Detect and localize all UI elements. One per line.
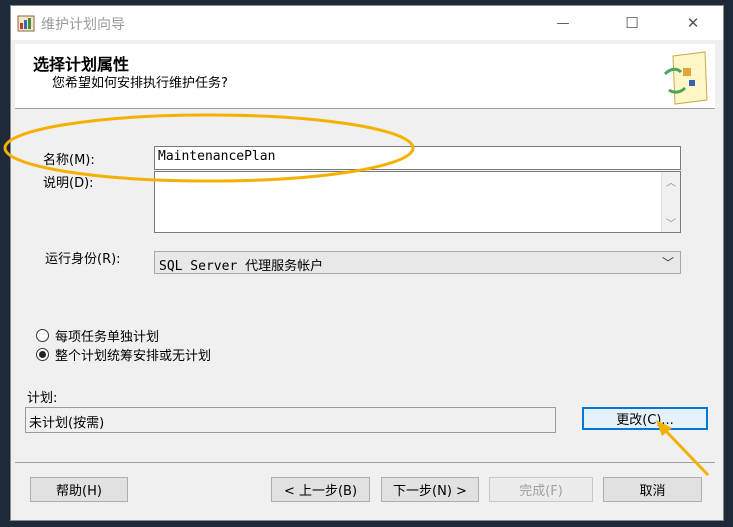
name-field[interactable]: MaintenancePlan xyxy=(154,146,681,170)
chevron-down-icon: ﹀ xyxy=(661,256,674,270)
app-icon xyxy=(17,14,35,32)
radio-single-label: 整个计划统筹安排或无计划 xyxy=(55,349,212,364)
radio-separate-label: 每项任务单独计划 xyxy=(55,330,160,345)
description-scrollbar[interactable]: ︿ ﹀ xyxy=(661,172,680,232)
maximize-button[interactable]: ☐ xyxy=(609,6,655,40)
run-as-select[interactable]: SQL Server 代理服务帐户 ﹀ xyxy=(154,251,681,274)
run-as-value: SQL Server 代理服务帐户 xyxy=(159,259,324,274)
next-button[interactable]: 下一步(N) > xyxy=(381,477,479,502)
maximize-icon: ☐ xyxy=(625,14,639,32)
name-label: 名称(M): xyxy=(43,153,95,168)
description-label: 说明(D): xyxy=(43,176,94,191)
window-title: 维护计划向导 xyxy=(41,17,125,33)
help-button[interactable]: 帮助(H) xyxy=(30,477,128,502)
scroll-up-icon[interactable]: ︿ xyxy=(666,174,676,189)
schedule-label: 计划: xyxy=(27,391,58,406)
wizard-window: 维护计划向导 — ☐ ✕ 选择计划属性 您希望如何安排执行维护任务? 名称(M)… xyxy=(10,5,724,521)
minimize-icon: — xyxy=(556,15,570,31)
run-as-label: 运行身份(R): xyxy=(45,252,121,267)
radio-separate-circle[interactable] xyxy=(36,329,49,342)
close-icon: ✕ xyxy=(686,14,700,32)
description-field[interactable]: ︿ ﹀ xyxy=(154,171,681,233)
minimize-button[interactable]: — xyxy=(540,6,586,40)
page-subtitle: 您希望如何安排执行维护任务? xyxy=(52,76,228,91)
cancel-button[interactable]: 取消 xyxy=(603,477,702,502)
radio-separate-schedules[interactable]: 每项任务单独计划 xyxy=(36,326,159,345)
schedule-field: 未计划(按需) xyxy=(25,407,556,433)
wizard-banner-icon xyxy=(659,50,711,106)
finish-button: 完成(F) xyxy=(489,477,593,502)
close-button[interactable]: ✕ xyxy=(670,6,716,40)
back-button[interactable]: < 上一步(B) xyxy=(271,477,370,502)
scroll-down-icon[interactable]: ﹀ xyxy=(666,215,676,230)
radio-single-circle[interactable] xyxy=(36,348,49,361)
wizard-header: 选择计划属性 您希望如何安排执行维护任务? xyxy=(15,44,715,109)
radio-single-schedule[interactable]: 整个计划统筹安排或无计划 xyxy=(36,345,211,364)
title-bar: 维护计划向导 — ☐ ✕ xyxy=(11,6,723,40)
footer-divider xyxy=(15,462,715,463)
change-schedule-button[interactable]: 更改(C)... xyxy=(582,407,708,430)
